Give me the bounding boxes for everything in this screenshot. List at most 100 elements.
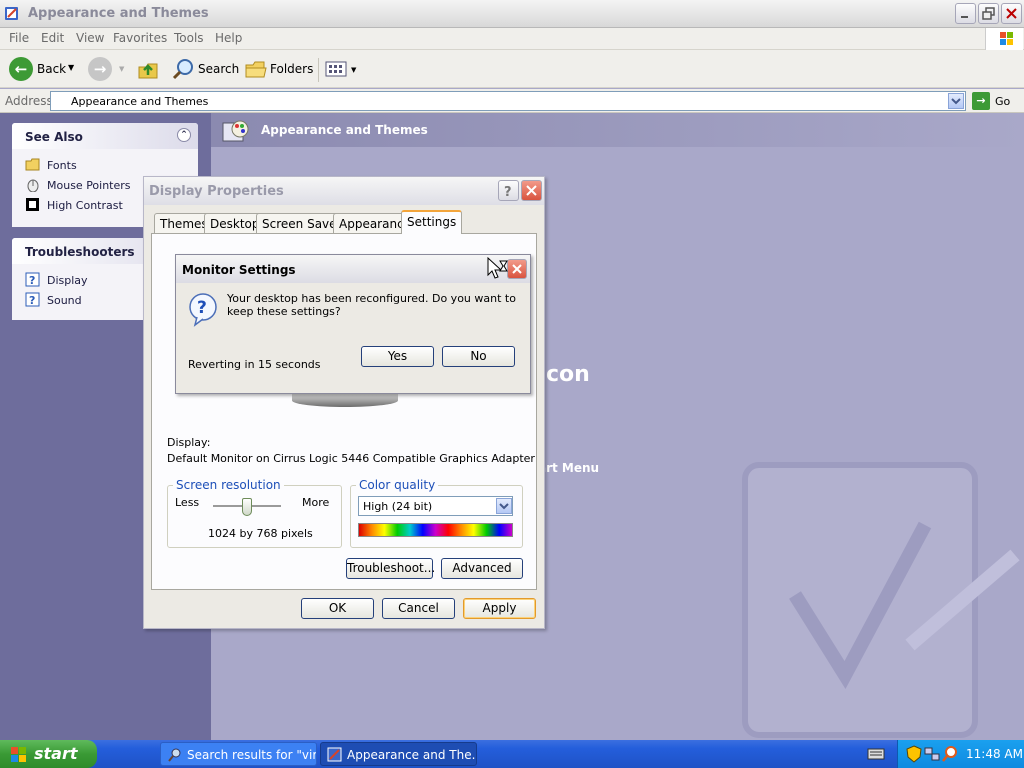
go-label: Go [995, 95, 1011, 108]
dp-help-button[interactable]: ? [498, 180, 519, 201]
see-also-item-fonts[interactable]: Fonts [25, 157, 77, 172]
display-label: Display: [167, 436, 211, 449]
menu-bar: File Edit View Favorites Tools Help [0, 28, 1024, 50]
display-properties-dialog: Display Properties ? Themes Desktop Scre… [143, 176, 545, 629]
see-also-item-high-contrast[interactable]: High Contrast [25, 197, 123, 212]
see-also-header[interactable]: See Also ⌃ [12, 123, 198, 149]
network-icon[interactable] [924, 745, 940, 763]
menu-edit[interactable]: Edit [41, 31, 64, 45]
tab-settings[interactable]: Settings [401, 210, 463, 234]
taskbar-item-search-results[interactable]: Search results for "vir... [160, 742, 317, 766]
content-bg-text-startmenu: art Menu [538, 461, 600, 475]
window-titlebar[interactable]: Appearance and Themes [0, 0, 1024, 28]
address-value: Appearance and Themes [71, 95, 209, 108]
toolbar-separator [318, 58, 319, 82]
content-header: Appearance and Themes [211, 113, 1024, 147]
window-title: Appearance and Themes [28, 6, 209, 21]
start-button[interactable]: start [0, 740, 97, 768]
resolution-value: 1024 by 768 pixels [208, 527, 313, 540]
question-icon: ? [504, 185, 512, 200]
ok-button[interactable]: OK [301, 598, 374, 619]
menu-favorites[interactable]: Favorites [113, 31, 167, 45]
monitor-settings-message: Your desktop has been reconfigured. Do y… [227, 292, 516, 318]
chevron-down-icon [499, 503, 509, 510]
advanced-button[interactable]: Advanced [441, 558, 523, 579]
search-tray-icon[interactable] [942, 745, 958, 763]
monitor-settings-titlebar[interactable]: Monitor Settings [176, 255, 530, 283]
resolution-more-label: More [302, 496, 330, 509]
close-icon [526, 185, 537, 196]
content-bg-text-icon: con [546, 362, 590, 387]
dp-close-button[interactable] [521, 180, 542, 201]
svg-text:?: ? [29, 274, 35, 287]
restore-button[interactable] [978, 3, 999, 24]
menu-file[interactable]: File [9, 31, 29, 45]
security-shield-icon[interactable] [906, 745, 922, 763]
ms-close-button[interactable] [507, 259, 527, 279]
color-quality-select[interactable]: High (24 bit) [358, 496, 513, 516]
screen-resolution-label: Screen resolution [173, 478, 284, 492]
start-label: start [34, 744, 78, 763]
collapse-chevron-icon[interactable]: ⌃ [177, 128, 191, 142]
go-button[interactable]: → Go [971, 91, 1019, 111]
monitor-stand-icon [292, 394, 398, 407]
troubleshooter-item-display[interactable]: ? Display [25, 272, 88, 287]
help-icon: ? [25, 272, 40, 287]
revert-countdown: Reverting in 15 seconds [188, 358, 321, 371]
yes-button[interactable]: Yes [361, 346, 434, 367]
system-tray: 11:48 AM [897, 740, 1024, 768]
monitor-settings-dialog: Monitor Settings ? Your desktop has been… [175, 254, 531, 394]
standard-toolbar: ← Back ▼ → ▼ Search Folders ▼ [0, 50, 1024, 88]
cancel-button[interactable]: Cancel [382, 598, 455, 619]
views-icon [325, 61, 347, 77]
address-dropdown-button[interactable] [948, 93, 964, 109]
close-icon [1006, 8, 1017, 19]
resolution-less-label: Less [175, 496, 200, 509]
address-input[interactable]: Appearance and Themes [50, 91, 966, 111]
search-button[interactable]: Search [168, 55, 239, 83]
forward-arrow-icon[interactable]: → [88, 57, 112, 81]
svg-text:?: ? [29, 294, 35, 307]
contrast-icon [26, 198, 39, 211]
windows-flag-icon [1000, 32, 1013, 45]
troubleshooters-title: Troubleshooters [25, 245, 135, 259]
control-panel-icon [5, 7, 18, 20]
screen-resolution-group: Screen resolution Less More 1024 by 768 … [167, 478, 342, 548]
resolution-slider-thumb[interactable] [242, 498, 252, 516]
troubleshooter-item-sound[interactable]: ? Sound [25, 292, 82, 307]
taskbar-item-appearance-themes[interactable]: Appearance and The... [320, 742, 477, 766]
display-value: Default Monitor on Cirrus Logic 5446 Com… [167, 452, 535, 465]
views-button[interactable]: ▼ [324, 56, 360, 82]
control-panel-icon [327, 747, 342, 762]
color-spectrum-bar [358, 523, 513, 537]
mouse-cursor-icon [487, 257, 508, 279]
folders-label: Folders [270, 62, 314, 76]
color-quality-group: Color quality High (24 bit) [350, 478, 523, 548]
close-button[interactable] [1001, 3, 1022, 24]
troubleshoot-button[interactable]: Troubleshoot... [346, 558, 435, 579]
clock: 11:48 AM [966, 747, 1023, 761]
menu-help[interactable]: Help [215, 31, 242, 45]
color-quality-dropdown-button[interactable] [496, 498, 512, 514]
address-label: Address [5, 94, 53, 108]
menu-tools[interactable]: Tools [174, 31, 204, 45]
display-properties-titlebar[interactable]: Display Properties ? [144, 177, 544, 205]
appearance-themes-icon [222, 120, 249, 142]
search-icon [172, 59, 193, 80]
up-folder-icon[interactable] [136, 57, 160, 81]
windows-flag-icon [11, 747, 26, 762]
back-dropdown-icon: ▼ [68, 63, 75, 72]
folders-button[interactable]: Folders [241, 55, 313, 83]
minimize-button[interactable] [955, 3, 976, 24]
see-also-title: See Also [25, 130, 83, 144]
no-button[interactable]: No [442, 346, 515, 367]
menu-view[interactable]: View [76, 31, 104, 45]
svg-text:?: ? [197, 298, 207, 318]
apply-button[interactable]: Apply [463, 598, 536, 619]
see-also-item-mouse-pointers[interactable]: Mouse Pointers [25, 177, 131, 192]
color-quality-value: High (24 bit) [363, 500, 433, 513]
display-properties-title: Display Properties [149, 184, 284, 199]
back-button[interactable]: ← Back ▼ [6, 55, 78, 83]
views-dropdown-icon: ▼ [351, 66, 357, 74]
keyboard-icon[interactable] [866, 745, 886, 763]
